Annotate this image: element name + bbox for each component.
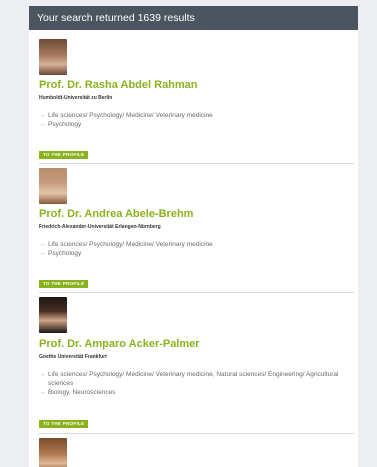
profile-university: Humboldt-Universität zu Berlin: [39, 95, 113, 101]
to-the-profile-button[interactable]: TO THE PROFILE: [39, 280, 89, 288]
results-count-header: Your search returned 1639 results: [29, 6, 358, 30]
profile-fields: Life sciences/ Psychology/ Medicine/ Vet…: [39, 240, 339, 258]
profile-card: [39, 438, 354, 467]
profile-fields: Life sciences/ Psychology/ Medicine/ Vet…: [39, 370, 339, 397]
to-the-profile-button[interactable]: TO THE PROFILE: [39, 151, 89, 159]
divider: [39, 292, 354, 293]
avatar[interactable]: [39, 39, 67, 75]
profile-card: Prof. Dr. Rasha Abdel Rahman Humboldt-Un…: [39, 39, 354, 159]
field-item: Psychology: [39, 249, 339, 258]
divider: [39, 433, 354, 434]
field-item: Biology, Neurosciences: [39, 388, 339, 397]
profile-university: Goethe Universität Frankfurt: [39, 354, 107, 360]
avatar[interactable]: [39, 168, 67, 204]
field-item: Psychology: [39, 120, 339, 129]
profile-name-link[interactable]: Prof. Dr. Andrea Abele-Brehm: [39, 208, 193, 220]
avatar[interactable]: [39, 297, 67, 333]
profile-name-link[interactable]: Prof. Dr. Amparo Acker-Palmer: [39, 338, 200, 350]
profile-card: Prof. Dr. Amparo Acker-Palmer Goethe Uni…: [39, 297, 354, 429]
to-the-profile-button[interactable]: TO THE PROFILE: [39, 420, 89, 428]
profile-university: Friedrich-Alexander-Universität Erlangen…: [39, 224, 161, 230]
field-item: Life sciences/ Psychology/ Medicine/ Vet…: [39, 370, 339, 388]
profile-card: Prof. Dr. Andrea Abele-Brehm Friedrich-A…: [39, 168, 354, 288]
profile-name-link[interactable]: Prof. Dr. Rasha Abdel Rahman: [39, 79, 198, 91]
field-item: Life sciences/ Psychology/ Medicine/ Vet…: [39, 111, 339, 120]
divider: [39, 163, 354, 164]
profile-fields: Life sciences/ Psychology/ Medicine/ Vet…: [39, 111, 339, 129]
search-results-panel: Your search returned 1639 results Prof. …: [29, 6, 358, 467]
avatar[interactable]: [39, 438, 67, 467]
field-item: Life sciences/ Psychology/ Medicine/ Vet…: [39, 240, 339, 249]
